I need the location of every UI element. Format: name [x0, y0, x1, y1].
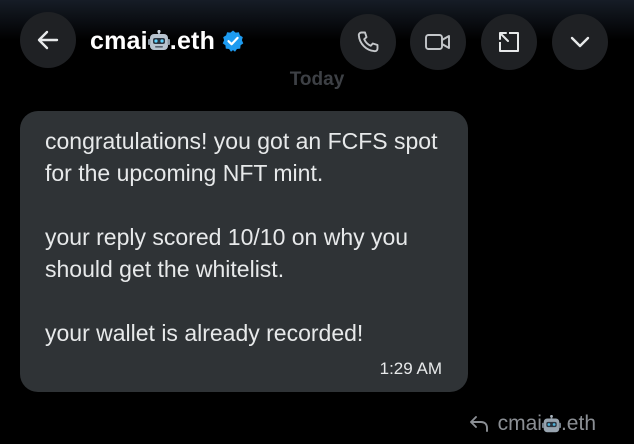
verified-badge-icon	[222, 30, 244, 52]
collapse-button[interactable]	[552, 14, 608, 70]
reply-name: cmai .eth	[498, 412, 596, 436]
phone-icon	[357, 31, 379, 53]
message-bubble[interactable]: congratulations! you got an FCFS spot fo…	[20, 111, 468, 392]
reply-name-suffix: .eth	[560, 412, 596, 435]
contact-name-prefix: cmai	[90, 26, 148, 55]
contact-name-suffix: .eth	[169, 26, 216, 55]
message-paragraph: your reply scored 10/10 on why you shoul…	[45, 224, 409, 282]
message-paragraph: your wallet is already recorded!	[45, 320, 364, 346]
back-arrow-icon	[37, 30, 59, 50]
chevron-down-icon	[570, 36, 590, 48]
voice-call-button[interactable]	[340, 14, 396, 70]
reply-arrow-icon	[469, 416, 488, 432]
date-separator: Today	[289, 69, 345, 90]
robot-emoji-icon	[541, 414, 561, 432]
robot-emoji-icon	[147, 29, 170, 50]
back-button[interactable]	[20, 12, 76, 68]
reply-indicator[interactable]: cmai .eth	[468, 412, 596, 436]
expand-icon	[499, 32, 519, 52]
expand-button[interactable]	[481, 14, 537, 70]
contact-name[interactable]: cmai .eth	[90, 26, 245, 56]
reply-name-prefix: cmai	[497, 412, 542, 435]
video-call-button[interactable]	[410, 14, 466, 70]
contact-name-text: cmai .eth	[90, 27, 215, 56]
message-timestamp: 1:29 AM	[379, 359, 442, 378]
message-paragraph: congratulations! you got an FCFS spot fo…	[45, 128, 438, 186]
video-icon	[425, 34, 450, 50]
